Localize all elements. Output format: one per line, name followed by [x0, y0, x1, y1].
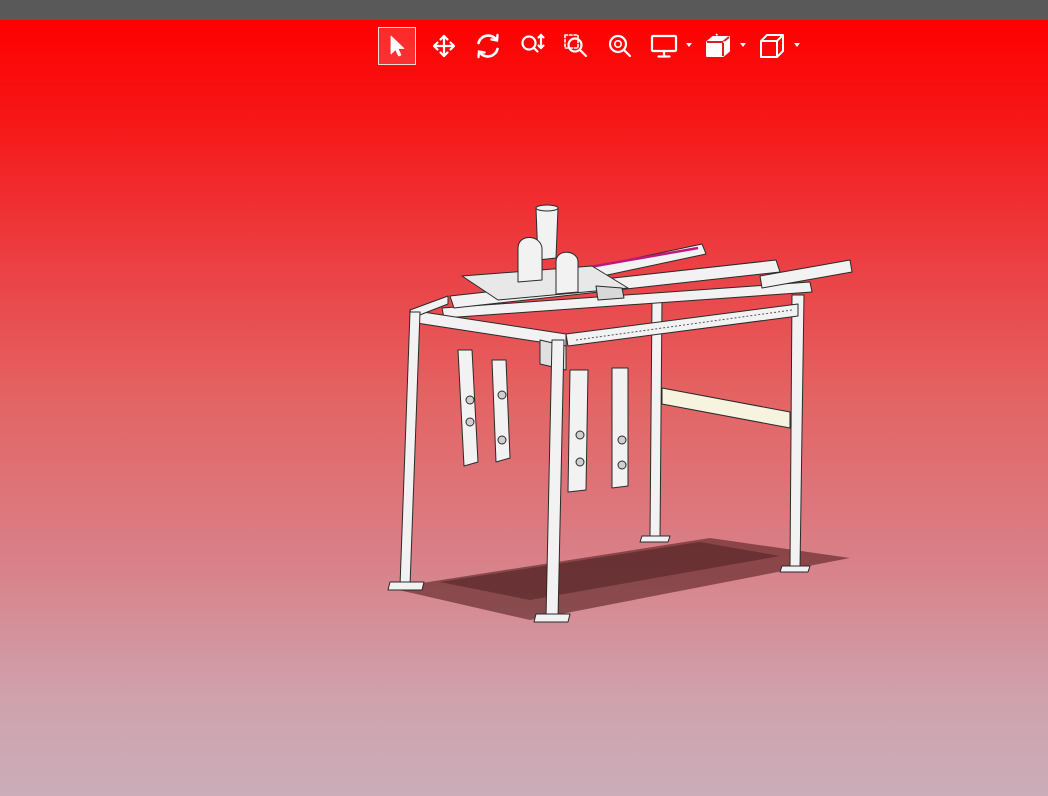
window-title-bar [0, 0, 1048, 20]
gear-housing-left [517, 237, 543, 283]
frame-foot-front-right [533, 613, 571, 623]
gripper-left-2 [491, 359, 511, 463]
frame-beam-front-right [565, 303, 799, 347]
frame-foot-back-left [639, 535, 671, 543]
frame-leg-back-right [789, 294, 805, 569]
gantry-model[interactable] [380, 200, 860, 630]
frame-cross-brace [661, 387, 791, 429]
gripper-right-2 [611, 367, 629, 489]
frame-leg-front-left [399, 311, 421, 587]
gantry-frame-drawing [387, 204, 853, 623]
ladder-rail [575, 309, 793, 341]
cable-chain [595, 285, 625, 301]
frame-foot-front-left [387, 581, 425, 591]
gear-housing-right [555, 251, 579, 295]
frame-leg-back-left [649, 299, 663, 539]
frame-foot-back-right [779, 565, 811, 573]
gripper-left-1 [457, 349, 479, 467]
